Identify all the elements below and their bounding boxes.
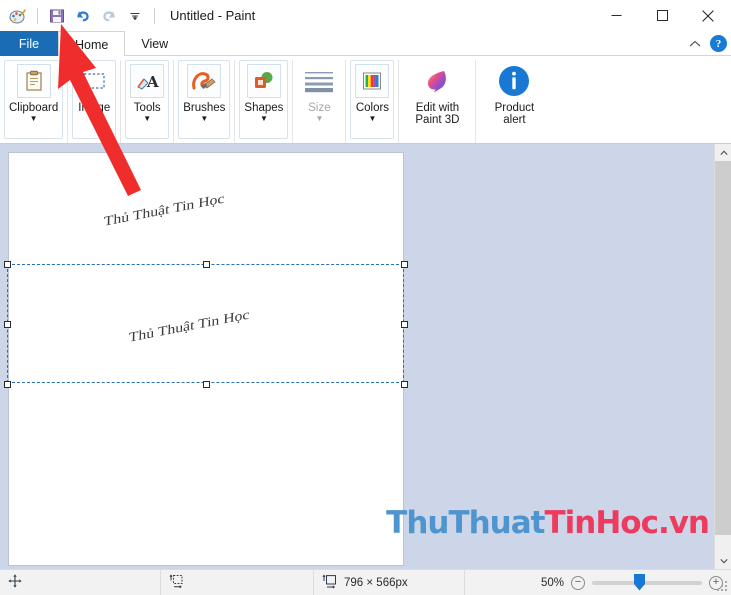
watermark-part-2: TinHoc.vn <box>544 505 710 541</box>
zoom-out-button[interactable]: − <box>571 575 585 590</box>
redo-icon <box>97 4 121 28</box>
save-icon[interactable] <box>45 4 69 28</box>
selection-handle-sw[interactable] <box>4 381 11 388</box>
chevron-down-icon[interactable]: ▼ <box>30 115 38 123</box>
colors-icon[interactable] <box>355 64 390 98</box>
zoom-slider[interactable] <box>592 573 702 591</box>
ribbon-group-edit-with-paint-3d[interactable]: Edit with Paint 3D <box>399 60 477 143</box>
ribbon-group-label: Tools <box>133 102 161 114</box>
resize-grip[interactable] <box>717 581 729 593</box>
selection-handle-e[interactable] <box>401 321 408 328</box>
quick-access-toolbar: Untitled - Paint <box>0 0 255 31</box>
window-title: Untitled - Paint <box>170 8 256 23</box>
tab-view[interactable]: View <box>125 31 184 56</box>
select-icon[interactable] <box>77 64 111 98</box>
selection-size-icon <box>169 574 185 592</box>
ribbon-group-product-alert[interactable]: Product alert <box>476 60 552 143</box>
info-circle-icon[interactable] <box>497 64 531 98</box>
brush-icon[interactable] <box>187 64 222 98</box>
qat-separator-2 <box>154 7 155 24</box>
status-divider-3 <box>464 569 465 595</box>
status-cursor-position <box>0 570 160 595</box>
svg-text:A: A <box>146 73 159 91</box>
tools-icon[interactable]: A <box>130 64 165 98</box>
chevron-down-icon[interactable]: ▼ <box>368 115 376 123</box>
help-icon[interactable]: ? <box>710 35 727 52</box>
chevron-down-icon: ▼ <box>315 114 324 123</box>
chevron-down-icon[interactable]: ▼ <box>90 115 98 123</box>
selection-handle-n[interactable] <box>203 261 210 268</box>
status-bar: 796 × 566px 50% − + <box>0 569 731 595</box>
canvas-wrapper: Thủ Thuật Tin Học Thủ Thuật Tin Học <box>4 152 408 566</box>
maximize-button[interactable] <box>639 0 685 31</box>
close-button[interactable] <box>685 0 731 31</box>
status-image-size: 796 × 566px <box>314 570 464 595</box>
status-selection-size <box>161 570 313 595</box>
tab-file[interactable]: File <box>0 31 58 56</box>
customize-qat-icon[interactable] <box>123 4 147 28</box>
paint3d-icon[interactable] <box>420 64 454 98</box>
selection-handle-w[interactable] <box>4 321 11 328</box>
selection-handle-ne[interactable] <box>401 261 408 268</box>
tab-strip-right-controls: ? <box>686 31 727 56</box>
vertical-scrollbar[interactable] <box>714 144 731 569</box>
ribbon-group-label: Colors <box>355 102 390 114</box>
minimize-button[interactable] <box>593 0 639 31</box>
clipboard-icon[interactable] <box>16 64 51 98</box>
zoom-slider-thumb[interactable] <box>634 573 645 591</box>
selection-marquee[interactable] <box>4 261 408 388</box>
selection-handle-s[interactable] <box>203 381 210 388</box>
ribbon: Clipboard ▼ Image ▼ A Tools ▼ Brushes ▼ … <box>0 56 731 144</box>
size-lines-icon <box>302 64 336 98</box>
chevron-up-icon[interactable] <box>686 35 704 53</box>
ribbon-group-label: Edit with Paint 3D <box>415 102 460 126</box>
canvas-text-original: Thủ Thuật Tin Học <box>103 191 225 230</box>
scroll-up-icon[interactable] <box>715 144 731 161</box>
scrollbar-thumb[interactable] <box>715 161 731 535</box>
ribbon-group-shapes[interactable]: Shapes ▼ <box>235 60 294 143</box>
chevron-down-icon[interactable]: ▼ <box>143 115 151 123</box>
selection-handle-nw[interactable] <box>4 261 11 268</box>
chevron-down-icon[interactable]: ▼ <box>200 115 208 123</box>
ribbon-group-label: Image <box>78 102 111 114</box>
chevron-down-icon[interactable]: ▼ <box>260 115 268 123</box>
qat-separator-1 <box>37 7 38 24</box>
window-controls <box>593 0 731 31</box>
shapes-icon[interactable] <box>246 64 281 98</box>
title-bar: Untitled - Paint <box>0 0 731 31</box>
canvas-work-area[interactable]: Thủ Thuật Tin Học Thủ Thuật Tin Học ThuT… <box>0 144 731 569</box>
scroll-down-icon[interactable] <box>715 552 731 569</box>
ribbon-group-label: Size <box>308 102 331 114</box>
ribbon-group-colors[interactable]: Colors ▼ <box>346 60 400 143</box>
ribbon-tab-strip: File Home View ? <box>0 31 731 57</box>
ribbon-group-image[interactable]: Image ▼ <box>68 60 122 143</box>
watermark-part-1: ThuThuat <box>386 505 545 541</box>
ribbon-group-tools[interactable]: A Tools ▼ <box>121 60 175 143</box>
ribbon-group-label: Shapes <box>244 102 284 114</box>
paint-palette-icon[interactable] <box>6 4 30 28</box>
zoom-controls[interactable]: 50% − + <box>538 570 731 595</box>
site-watermark: ThuThuatTinHoc.vn <box>386 505 710 541</box>
undo-icon[interactable] <box>71 4 95 28</box>
tab-home[interactable]: Home <box>58 31 126 57</box>
image-size-icon <box>322 574 338 592</box>
ribbon-group-brushes[interactable]: Brushes ▼ <box>174 60 236 143</box>
image-size-text: 796 × 566px <box>344 576 408 589</box>
ribbon-group-label: Clipboard <box>9 102 59 114</box>
ribbon-group-label: Brushes <box>183 102 226 114</box>
zoom-level-text: 50% <box>540 576 564 589</box>
ribbon-group-clipboard[interactable]: Clipboard ▼ <box>0 60 69 143</box>
selection-handle-se[interactable] <box>401 381 408 388</box>
ribbon-group-label: Product alert <box>494 102 535 126</box>
move-cursor-icon <box>8 574 22 591</box>
ribbon-group-size[interactable]: Size ▼ <box>293 60 347 143</box>
